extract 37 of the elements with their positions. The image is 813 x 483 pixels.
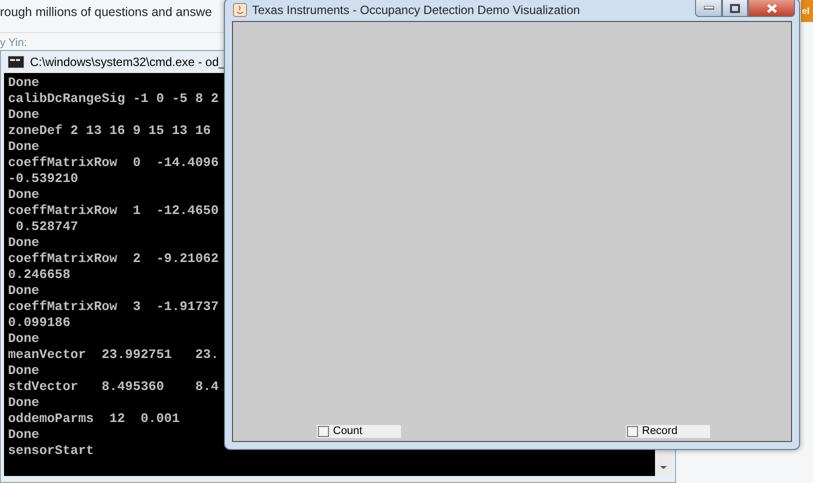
console-line: meanVector 23.992751 23. (8, 347, 219, 363)
console-line: coeffMatrixRow 0 -14.4096 (8, 155, 219, 171)
minimize-button[interactable] (695, 0, 722, 17)
page-text: rough millions of questions and answe (0, 4, 212, 21)
console-line: zoneDef 2 13 16 9 15 13 16 (8, 123, 211, 139)
console-line: Done (8, 235, 40, 251)
console-line: 0.099186 (8, 315, 70, 331)
console-line: coeffMatrixRow 3 -1.91737 (8, 299, 219, 315)
minimize-icon (704, 6, 714, 10)
count-checkbox[interactable]: Count (317, 425, 401, 438)
console-line: Done (8, 75, 40, 91)
maximize-icon (730, 4, 740, 12)
console-line: oddemoParms 12 0.001 (8, 411, 180, 427)
console-line: stdVector 8.495360 8.4 (8, 379, 219, 395)
author-label: y Yin: (0, 36, 27, 51)
console-line: Done (8, 187, 40, 203)
console-line: Done (8, 427, 40, 443)
close-button[interactable] (748, 0, 795, 17)
console-line: Done (8, 107, 40, 123)
record-checkbox[interactable]: Record (626, 425, 710, 438)
console-line: 0.528747 (14, 219, 78, 235)
console-line: -0.539210 (8, 171, 78, 187)
maximize-button[interactable] (722, 0, 748, 17)
console-line: Done (8, 395, 40, 411)
console-line: Done (8, 283, 40, 299)
console-line: Done (8, 331, 40, 347)
console-line: sensorStart (8, 443, 94, 459)
console-line: Done (8, 139, 40, 155)
console-line: coeffMatrixRow 1 -12.4650 (8, 203, 219, 219)
close-icon (766, 4, 776, 12)
console-line: Done (8, 363, 40, 379)
console-line: 0.246658 (8, 267, 70, 283)
console-line: coeffMatrixRow 2 -9.21062 (8, 251, 219, 267)
window-title: Texas Instruments - Occupancy Detection Demo Visualization (252, 2, 580, 19)
console-line: calibDcRangeSig -1 0 -5 8 2 (8, 91, 219, 107)
window-title: C:\windows\system32\cmd.exe - od_ (30, 54, 226, 71)
console-icon (8, 56, 24, 68)
